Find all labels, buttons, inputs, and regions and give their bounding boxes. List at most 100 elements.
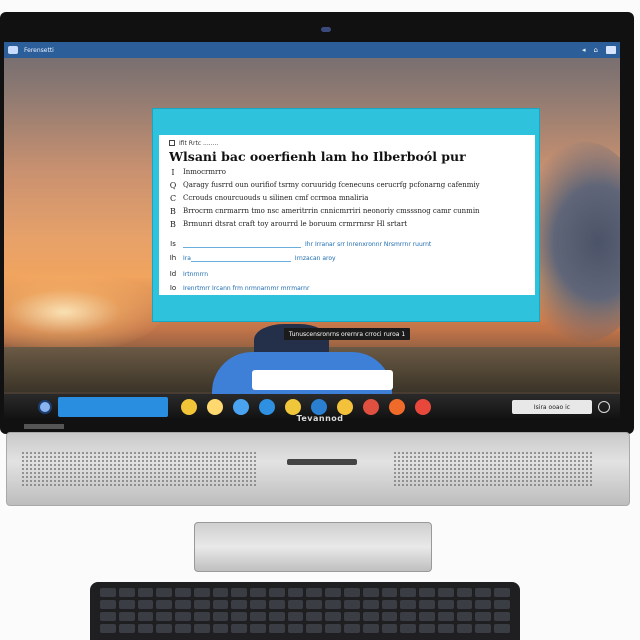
keyboard-key[interactable] [494,588,510,597]
keyboard-key[interactable] [381,624,398,633]
keyboard-key[interactable] [193,588,210,597]
keyboard-key[interactable] [193,624,210,633]
keyboard-key[interactable] [400,612,417,621]
window-icon[interactable] [606,46,616,54]
keyboard-key[interactable] [494,600,510,609]
keyboard-key[interactable] [287,600,304,609]
question-row[interactable]: B Brrocrm cnrmarrn tmo nsc ameritrrin cn… [169,206,527,216]
keyboard-key[interactable] [250,612,266,621]
home-icon[interactable]: ⌂ [594,46,598,54]
keyboard-key[interactable] [419,624,435,633]
keyboard-key[interactable] [250,624,266,633]
keyboard-key[interactable] [456,588,473,597]
keyboard-key[interactable] [306,588,323,597]
keyboard-key[interactable] [437,612,454,621]
keyboard-key[interactable] [156,600,173,609]
keyboard-key[interactable] [494,624,510,633]
keyboard-key[interactable] [475,600,492,609]
keyboard-key[interactable] [231,600,248,609]
keyboard-key[interactable] [212,624,229,633]
store-app-icon[interactable] [311,399,327,415]
keyboard-key[interactable] [362,624,379,633]
keyboard-key[interactable] [475,612,492,621]
keyboard-key[interactable] [156,612,173,621]
question-row[interactable]: B Brmunri dtsrat craft toy arourrd le bo… [169,219,527,229]
option-input[interactable] [190,255,291,262]
back-icon[interactable]: ◂ [582,46,586,54]
keyboard-key[interactable] [325,600,342,609]
keyboard-key[interactable] [306,624,323,633]
keyboard-key[interactable] [344,588,360,597]
keyboard-key[interactable] [100,612,116,621]
keyboard-key[interactable] [306,612,323,621]
keyboard-key[interactable] [118,624,135,633]
desktop-widget-bar[interactable] [252,370,393,390]
keyboard-key[interactable] [456,600,473,609]
keyboard[interactable] [90,582,520,640]
keyboard-key[interactable] [268,624,285,633]
keyboard-key[interactable] [287,624,304,633]
keyboard-key[interactable] [231,588,248,597]
keyboard-key[interactable] [231,612,248,621]
keyboard-key[interactable] [456,624,473,633]
keyboard-key[interactable] [287,588,304,597]
office-app-icon[interactable] [389,399,405,415]
chrome2-app-icon[interactable] [415,399,431,415]
keyboard-key[interactable] [419,612,435,621]
keyboard-key[interactable] [437,624,454,633]
keyboard-key[interactable] [325,612,342,621]
keyboard-key[interactable] [475,588,492,597]
question-row[interactable]: I Inmocrmrro [169,167,527,177]
keyboard-key[interactable] [175,600,191,609]
keyboard-key[interactable] [212,588,229,597]
option-row[interactable]: Io Irenrtmrr Ircann frm nrmnarnmr mrrmar… [169,283,527,293]
submit-button[interactable]: Tunuscensronrns orernra crroci ruroa 1 [284,328,410,340]
option-row[interactable]: Is Ihr Irranar srr Inrenxronnr Nrsmrrnr … [169,239,527,249]
keyboard-key[interactable] [212,600,229,609]
keyboard-key[interactable] [419,600,435,609]
keyboard-key[interactable] [437,600,454,609]
keyboard-key[interactable] [381,612,398,621]
option-input[interactable] [183,241,301,248]
files-app-icon[interactable] [207,399,223,415]
maps-app-icon[interactable] [363,399,379,415]
keyboard-key[interactable] [118,588,135,597]
keyboard-key[interactable] [212,612,229,621]
keyboard-key[interactable] [268,600,285,609]
keyboard-key[interactable] [325,624,342,633]
start-icon[interactable] [38,400,52,414]
keyboard-key[interactable] [250,588,266,597]
keyboard-key[interactable] [231,624,248,633]
keyboard-key[interactable] [475,624,492,633]
keyboard-key[interactable] [118,612,135,621]
checkbox-icon[interactable] [169,140,175,146]
browser-app-icon[interactable] [233,399,249,415]
keyboard-key[interactable] [362,612,379,621]
keyboard-key[interactable] [306,600,323,609]
keyboard-key[interactable] [400,600,417,609]
keyboard-key[interactable] [175,624,191,633]
folder-app-icon[interactable] [181,399,197,415]
keyboard-key[interactable] [381,588,398,597]
keyboard-key[interactable] [250,600,266,609]
keyboard-key[interactable] [175,588,191,597]
keyboard-key[interactable] [456,612,473,621]
mail-app-icon[interactable] [337,399,353,415]
keyboard-key[interactable] [137,588,154,597]
keyboard-key[interactable] [268,612,285,621]
option-row[interactable]: Ih Ira Irnzacan aroy [169,253,527,263]
notification-icon[interactable] [598,401,610,413]
keyboard-key[interactable] [100,588,116,597]
keyboard-key[interactable] [118,600,135,609]
keyboard-key[interactable] [156,624,173,633]
keyboard-key[interactable] [362,588,379,597]
keyboard-key[interactable] [137,612,154,621]
keyboard-key[interactable] [100,600,116,609]
keyboard-key[interactable] [193,612,210,621]
edge-app-icon[interactable] [259,399,275,415]
chrome-app-icon[interactable] [285,399,301,415]
keyboard-key[interactable] [344,600,360,609]
keyboard-key[interactable] [156,588,173,597]
keyboard-key[interactable] [362,600,379,609]
keyboard-key[interactable] [437,588,454,597]
